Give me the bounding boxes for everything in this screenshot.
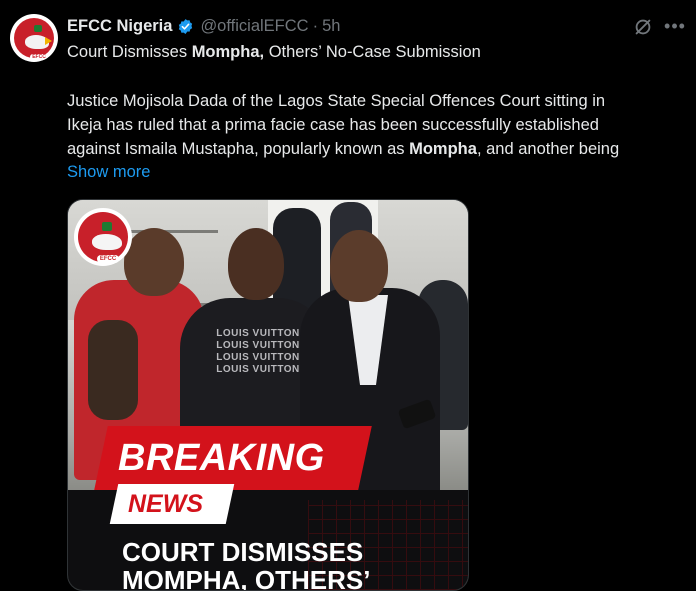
shirt-print-line: LOUIS VUITTON: [216, 364, 300, 375]
author-handle[interactable]: @officialEFCC: [200, 17, 308, 36]
logo-tag: EFCC: [97, 255, 119, 263]
grok-icon[interactable]: [632, 16, 654, 38]
body-line3-suffix: , and another being: [476, 140, 620, 158]
officer-head: [124, 228, 184, 296]
avatar-tag: EFCC: [30, 54, 48, 60]
shirt-print-line: LOUIS VUITTON: [216, 352, 300, 363]
show-more-link[interactable]: Show more: [67, 161, 150, 184]
tweet-body-line-3: against Ismaila Mustapha, popularly know…: [67, 138, 692, 162]
shirt-print-line: LOUIS VUITTON: [216, 340, 300, 351]
shirt-print: LOUIS VUITTON LOUIS VUITTON LOUIS VUITTO…: [208, 328, 308, 376]
author-name[interactable]: EFCC Nigeria: [67, 17, 172, 36]
shirt-print-line: LOUIS VUITTON: [216, 328, 300, 339]
author-avatar[interactable]: EFCC: [10, 14, 58, 62]
headline-suffix: Others’ No-Case Submission: [264, 43, 481, 61]
officer-arm: [88, 320, 138, 420]
body-line3-prefix: against Ismaila Mustapha, popularly know…: [67, 140, 410, 158]
image-headline-line-2: MOMPHA, OTHERS’: [122, 565, 371, 591]
headline-prefix: Court Dismisses: [67, 43, 192, 61]
efcc-logo: EFCC: [14, 18, 54, 60]
tweet-media-image[interactable]: LOUIS VUITTON LOUIS VUITTON LOUIS VUITTO…: [67, 199, 469, 591]
tweet-time[interactable]: 5h: [322, 17, 340, 36]
man-suit-head: [330, 230, 388, 302]
tweet-body-line-2: Ikeja has ruled that a prima facie case …: [67, 116, 599, 134]
separator-dot: ·: [312, 16, 319, 35]
image-headline-line-1: COURT DISMISSES: [122, 537, 364, 567]
news-label: NEWS: [128, 490, 203, 518]
body-line3-bold: Mompha: [409, 140, 477, 158]
tweet-body-line-1: Justice Mojisola Dada of the Lagos State…: [67, 92, 606, 110]
tweet-headline: Court Dismisses Mompha, Others’ No-Case …: [67, 41, 692, 65]
tweet-header: EFCC Nigeria @officialEFCC · 5h: [67, 15, 340, 37]
verified-badge-icon: [179, 18, 193, 34]
efcc-watermark-logo: EFCC: [74, 208, 132, 266]
image-headline: COURT DISMISSES MOMPHA, OTHERS’: [122, 537, 462, 591]
headline-bold: Mompha,: [191, 43, 265, 61]
more-options-icon[interactable]: •••: [664, 17, 686, 37]
breaking-label: BREAKING: [118, 437, 325, 479]
man-head: [228, 228, 284, 300]
